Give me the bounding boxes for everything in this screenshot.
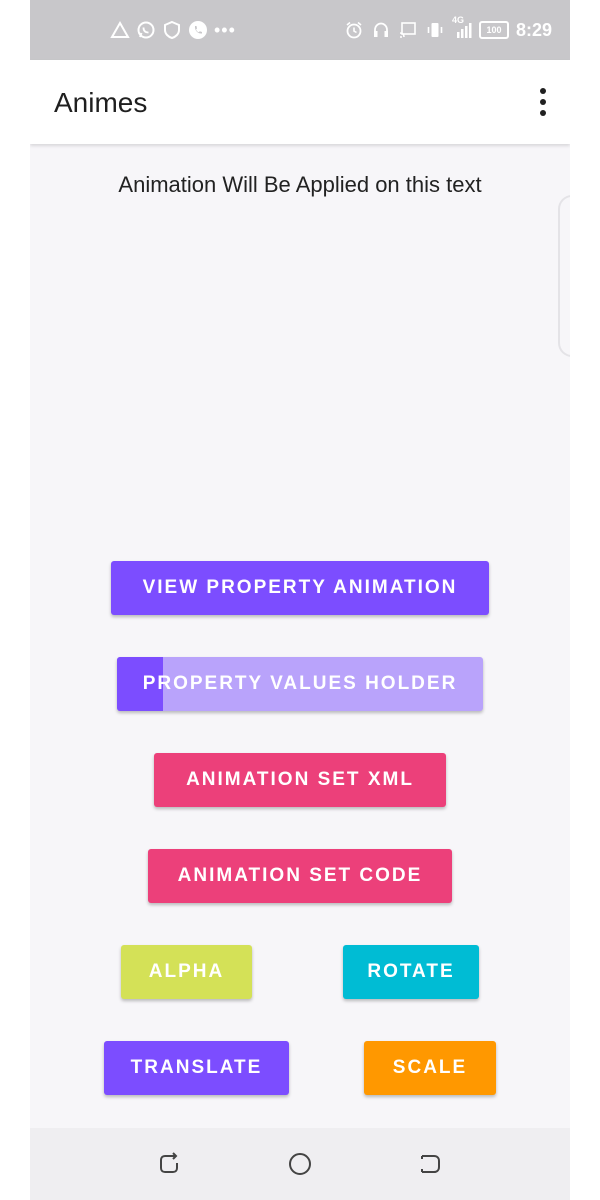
cast-icon (398, 20, 418, 40)
more-vert-icon[interactable] (536, 88, 550, 116)
property-values-holder-label: PROPERTY VALUES HOLDER (142, 673, 458, 694)
home-icon[interactable] (286, 1150, 314, 1178)
property-values-holder-button[interactable]: PROPERTY VALUES HOLDER (117, 657, 483, 711)
menu-dot (540, 88, 546, 94)
recents-icon[interactable] (416, 1150, 444, 1178)
phone-call-icon (188, 20, 208, 40)
navigation-bar (30, 1128, 570, 1200)
headset-icon (371, 20, 391, 40)
clock: 8:29 (515, 20, 552, 40)
animated-text: Animation Will Be Applied on this text (118, 172, 482, 197)
edge-panel-handle[interactable] (558, 195, 570, 357)
rotate-button[interactable]: ROTATE (343, 945, 479, 999)
status-right-icons: 4G 100 8:29 (344, 15, 552, 42)
alpha-button[interactable]: ALPHA (121, 945, 252, 999)
translate-button[interactable]: TRANSLATE (104, 1041, 289, 1095)
app-title: Animes (54, 87, 148, 118)
network-type-label: 4G (451, 15, 464, 25)
view-property-animation-button[interactable]: VIEW PROPERTY ANIMATION (111, 561, 489, 615)
back-icon[interactable] (156, 1150, 184, 1178)
vibrate-icon (425, 20, 445, 40)
menu-dot (540, 110, 546, 116)
more-notifications-icon: ••• (214, 20, 236, 40)
shield-icon (162, 20, 182, 40)
scale-button[interactable]: SCALE (364, 1041, 496, 1095)
battery-icon: 100 (478, 21, 509, 39)
phone-screen: ••• 4G 100 8:29 Animes Animation Will Be… (30, 0, 570, 1200)
animation-set-xml-button[interactable]: ANIMATION SET XML (154, 753, 446, 807)
cell-signal-icon: 4G (452, 15, 472, 40)
whatsapp-icon (136, 20, 156, 40)
alarm-icon (344, 20, 364, 40)
signal-triangle-icon (110, 20, 130, 40)
status-bar: ••• 4G 100 8:29 (30, 0, 570, 60)
status-left-icons: ••• (110, 18, 236, 42)
menu-dot (540, 99, 546, 105)
app-bar: Animes (30, 60, 570, 144)
animation-set-code-button[interactable]: ANIMATION SET CODE (148, 849, 452, 903)
